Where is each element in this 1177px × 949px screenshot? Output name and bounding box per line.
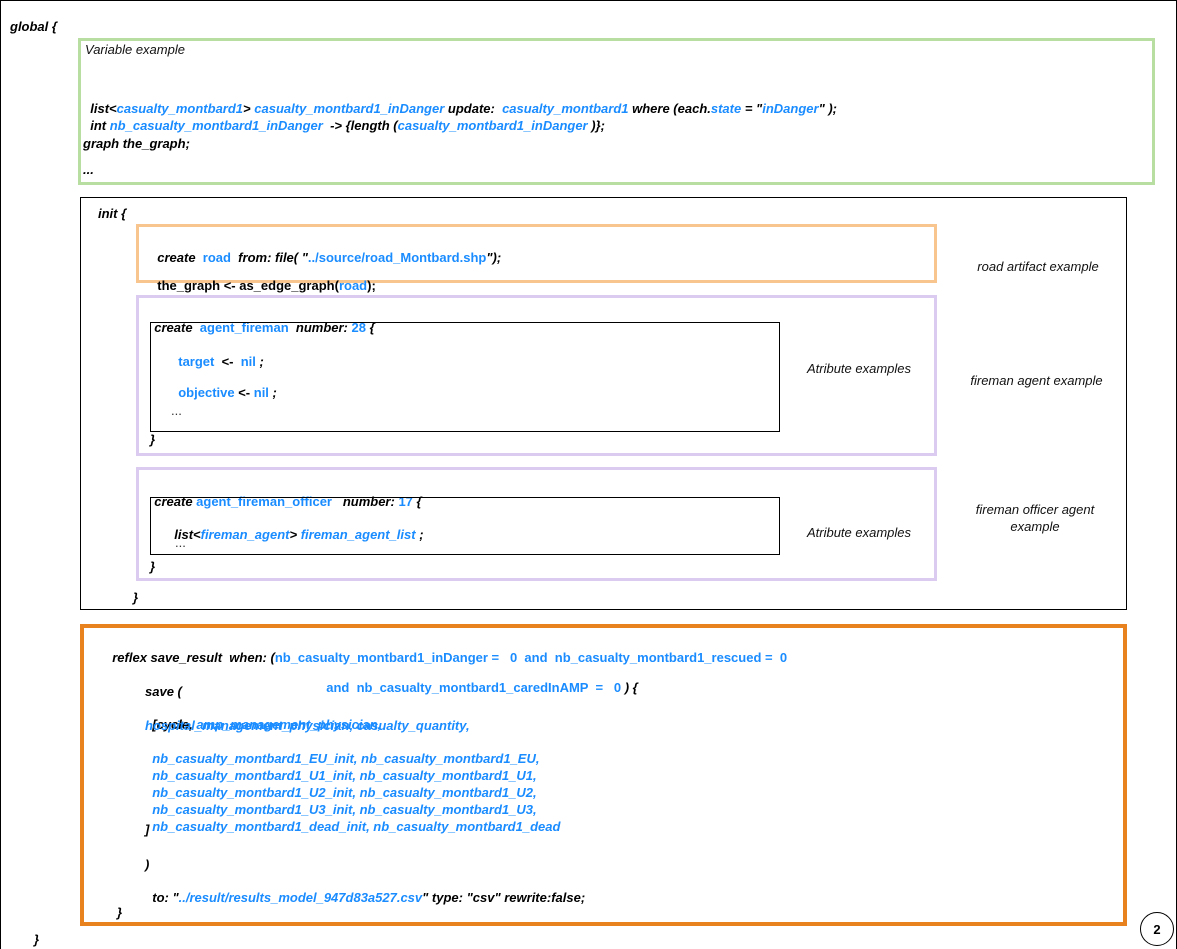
save-list-line-2: hospital_management_physician, casualty_… (145, 718, 470, 733)
code-identifier: road (338, 278, 368, 293)
code-keyword: ; (415, 527, 424, 542)
reflex-line-2: and nb_casualty_montbard1_caredInAMP = 0… (319, 664, 638, 696)
fireman-attr-objective: objective <- nil ; (171, 369, 277, 401)
code-keyword: to: " (152, 890, 179, 905)
code-keyword: <- (214, 354, 241, 369)
save-open: save ( (145, 684, 182, 699)
global-open: global { (10, 19, 57, 34)
code-identifier: state (710, 101, 742, 116)
fireman-close: } (150, 432, 156, 447)
save-list-line-7: nb_casualty_montbard1_dead_init, nb_casu… (145, 803, 560, 835)
code-keyword: ; (255, 354, 264, 369)
save-to-line: to: "../result/results_model_947d83a527.… (145, 874, 585, 906)
code-keyword: )}; (587, 118, 605, 133)
code-keyword: <- (234, 385, 254, 400)
road-artifact-label: road artifact example (977, 259, 1099, 274)
variable-line-ellipsis: ... (83, 162, 94, 177)
code-keyword: ; (268, 385, 277, 400)
code-keyword: ); (367, 278, 376, 293)
officer-agent-label: fireman officer agent example (975, 502, 1095, 534)
code-identifier: nb_casualty_montbard1_dead (369, 819, 561, 834)
code-string: ../result/results_model_947d83a527.csv (178, 890, 423, 905)
reflex-line-1: reflex save_result when: (nb_casualty_mo… (105, 634, 787, 666)
code-keyword: > (289, 527, 301, 542)
variable-line-graph: graph the_graph; (83, 136, 190, 151)
code-keyword: "); (486, 250, 502, 265)
save-list-close: ] (145, 822, 150, 837)
code-identifier: nb_casualty_montbard1_dead_init, (152, 819, 370, 834)
reflex-close: } (117, 905, 123, 920)
code-value: nil (253, 385, 269, 400)
code-type: fireman_agent (200, 527, 290, 542)
code-value: nil (240, 354, 256, 369)
code-keyword: " ); (818, 101, 837, 116)
code-string: inDanger (762, 101, 819, 116)
fireman-attr-ellipsis: ... (171, 403, 182, 418)
code-keyword: " type: "csv" rewrite:false; (422, 890, 586, 905)
officer-attr-list: list<fireman_agent> fireman_agent_list ; (167, 511, 424, 543)
officer-close: } (150, 559, 156, 574)
code-keyword: reflex save_result when: ( (112, 650, 275, 665)
fireman-attributes-label: Atribute examples (806, 361, 912, 376)
code-keyword: -> {length ( (322, 118, 398, 133)
code-keyword: int (90, 118, 110, 133)
code-identifier: nb_casualty_montbard1_inDanger (109, 118, 323, 133)
code-identifier: casualty_montbard1_inDanger (397, 118, 588, 133)
code-keyword: where (each. (628, 101, 711, 116)
page-number: 2 (1153, 921, 1161, 937)
road-line-graph: the_graph <- as_edge_graph(road); (150, 262, 376, 294)
code-identifier: target (178, 354, 215, 369)
fireman-agent-label: fireman agent example (970, 373, 1103, 388)
fireman-attr-target: target <- nil ; (171, 338, 264, 370)
code-keyword: ) { (624, 680, 638, 695)
page-number-badge: 2 (1140, 912, 1174, 946)
code-keyword: the_graph <- as_edge_graph( (157, 278, 339, 293)
code-condition: nb_casualty_montbard1_inDanger = 0 and n… (274, 650, 788, 665)
init-close: } (133, 590, 139, 605)
code-identifier: objective (178, 385, 235, 400)
variable-line-int: int nb_casualty_montbard1_inDanger -> {l… (83, 102, 605, 134)
variable-caption: Variable example (85, 42, 185, 57)
officer-attributes-label: Atribute examples (806, 525, 912, 540)
code-condition: and nb_casualty_montbard1_caredInAMP = 0 (326, 680, 625, 695)
save-paren-close: ) (145, 857, 150, 872)
global-close: } (34, 932, 40, 947)
init-open: init { (98, 206, 127, 221)
code-identifier: fireman_agent_list (300, 527, 416, 542)
officer-attr-ellipsis: ... (175, 535, 186, 550)
code-keyword: = " (741, 101, 763, 116)
